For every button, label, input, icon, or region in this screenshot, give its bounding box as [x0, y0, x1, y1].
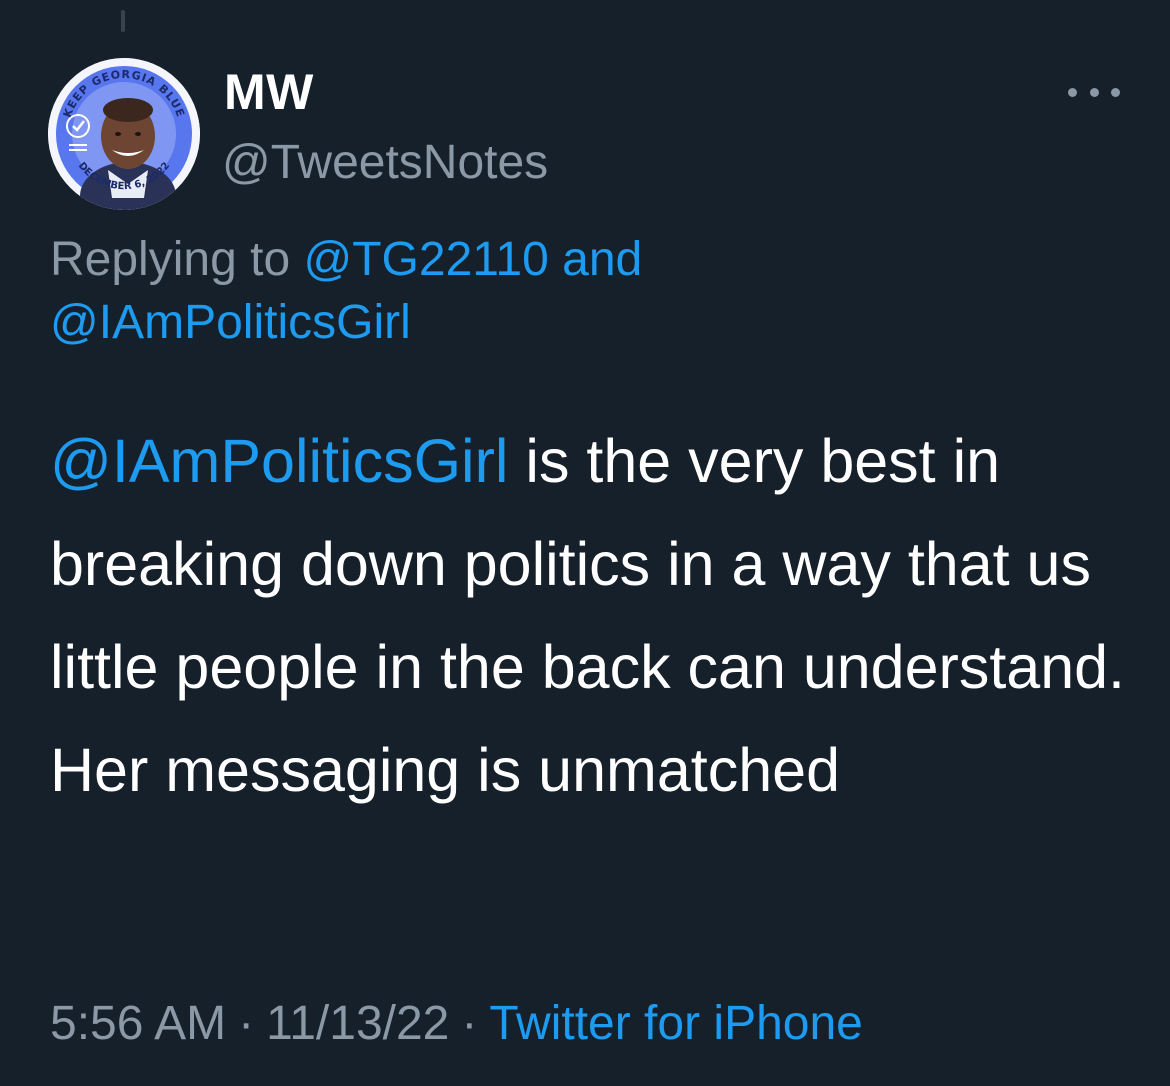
tweet-time[interactable]: 5:56 AM [50, 997, 226, 1050]
tweet-date[interactable]: 11/13/22 [266, 997, 449, 1050]
meta-separator: · [461, 997, 478, 1050]
reply-context: Replying to @TG22110 and @IAmPoliticsGirl [50, 228, 1130, 354]
author-display-name[interactable]: MW [224, 62, 314, 122]
reply-prefix: Replying to [50, 233, 291, 286]
tweet-meta: 5:56 AM · 11/13/22 · Twitter for iPhone [50, 992, 863, 1056]
tweet-source[interactable]: Twitter for iPhone [489, 997, 863, 1050]
thread-connector-line [121, 10, 125, 32]
dot [1068, 87, 1077, 97]
avatar-image: KEEP GEORGIA BLUE DECEMBER 6, 2022 [48, 58, 200, 210]
avatar[interactable]: KEEP GEORGIA BLUE DECEMBER 6, 2022 [48, 58, 200, 210]
reply-mention-tg22110[interactable]: @TG22110 [303, 233, 548, 286]
more-horizontal-icon[interactable] [1068, 72, 1120, 112]
author-handle[interactable]: @TweetsNotes [222, 134, 548, 192]
reply-mention-iampoliticsgirl[interactable]: @IAmPoliticsGirl [50, 296, 411, 349]
reply-conjunction: and [562, 233, 643, 286]
tweet-body: @IAmPoliticsGirl is the very best in bre… [50, 410, 1140, 822]
meta-separator: · [238, 997, 255, 1050]
dot [1111, 87, 1120, 97]
body-mention-iampoliticsgirl[interactable]: @IAmPoliticsGirl [50, 427, 508, 495]
dot [1089, 87, 1099, 97]
